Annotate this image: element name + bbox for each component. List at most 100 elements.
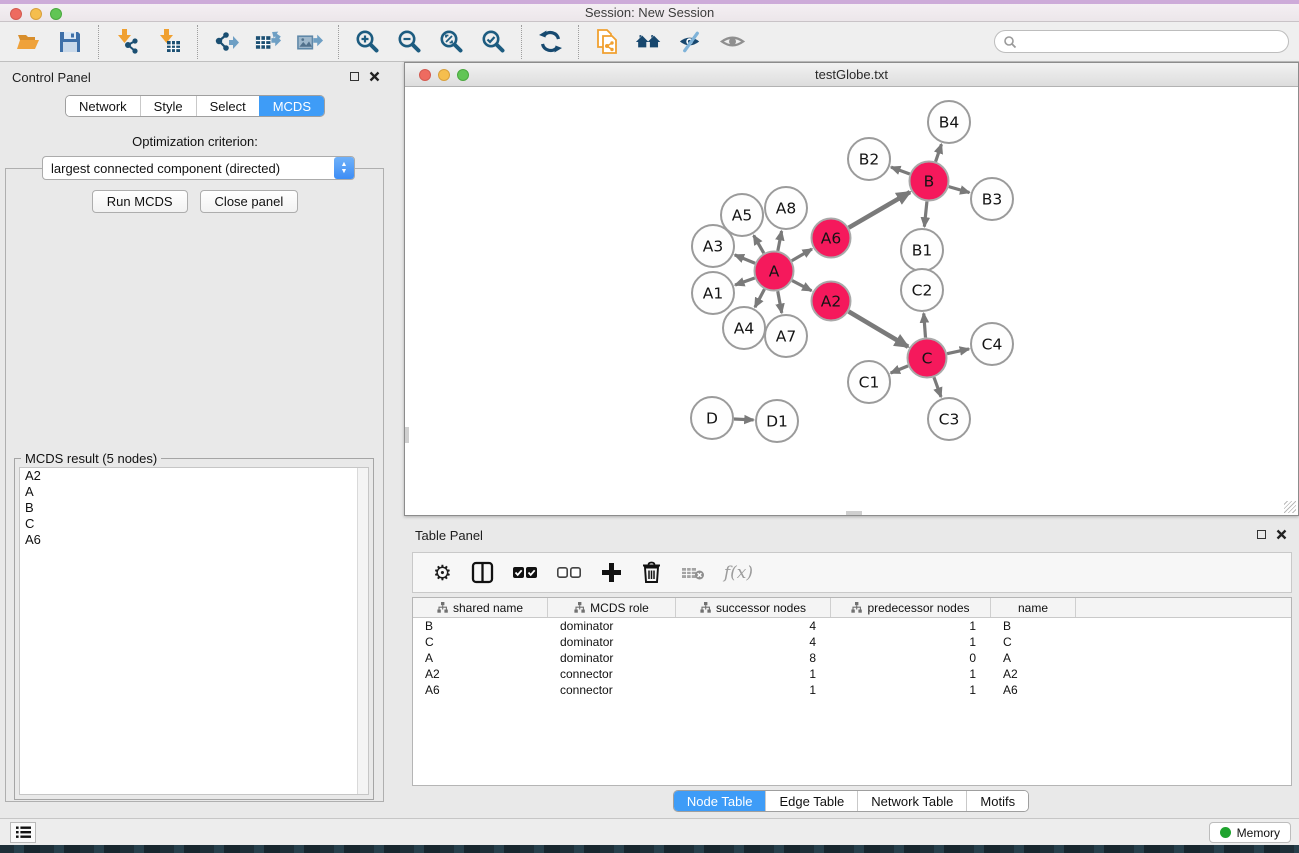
graph-edge-C-C1[interactable] [891,366,908,373]
mcds-list-scrollbar[interactable] [357,468,368,794]
column-header-shared-name[interactable]: shared name [413,598,548,617]
zoom-in-icon[interactable] [353,28,381,56]
export-table-icon[interactable] [254,28,282,56]
graph-node-A4[interactable]: A4 [723,307,765,349]
graph-edge-A-A2[interactable] [792,281,811,291]
zoom-out-icon[interactable] [395,28,423,56]
table-row-A6[interactable]: A6connector11A6 [413,682,1291,698]
tab-motifs[interactable]: Motifs [966,791,1028,811]
column-header-successor-nodes[interactable]: successor nodes [676,598,831,617]
cell[interactable]: A [991,651,1076,665]
tab-edge-table[interactable]: Edge Table [765,791,857,811]
mcds-result-item[interactable]: B [20,500,368,516]
column-visibility-icon[interactable] [471,560,494,586]
float-panel-icon[interactable] [350,72,359,81]
cell[interactable]: dominator [548,619,676,633]
delete-table-icon[interactable] [681,560,705,586]
graph-node-C4[interactable]: C4 [971,323,1013,365]
open-session-icon[interactable] [14,28,42,56]
graph-edge-A-A4[interactable] [755,289,765,307]
cell[interactable]: A [413,651,548,665]
network-window-titlebar[interactable]: testGlobe.txt [405,63,1298,87]
search-input[interactable] [1017,33,1288,51]
tab-network[interactable]: Network [66,96,140,116]
graph-node-D1[interactable]: D1 [756,400,798,442]
tab-select[interactable]: Select [196,96,259,116]
task-history-button[interactable] [10,822,36,843]
network-vertical-scroll-thumb[interactable] [405,427,409,443]
graph-node-D[interactable]: D [691,397,733,439]
cell[interactable]: 1 [831,683,991,697]
import-network-icon[interactable] [113,28,141,56]
tab-node-table[interactable]: Node Table [674,791,766,811]
close-table-panel-icon[interactable] [1276,529,1287,540]
export-image-icon[interactable] [296,28,324,56]
graph-edge-D-D1[interactable] [734,419,754,420]
refresh-icon[interactable] [536,28,564,56]
close-panel-button[interactable]: Close panel [200,190,299,213]
graph-node-A7[interactable]: A7 [765,315,807,357]
optimization-criterion-dropdown[interactable]: largest connected component (directed) ▲… [42,156,355,180]
zoom-fit-icon[interactable] [437,28,465,56]
hide-selected-eye-slash-icon[interactable] [677,28,705,56]
graph-node-A1[interactable]: A1 [692,272,734,314]
graph-edge-C-C2[interactable] [924,313,926,337]
tab-mcds[interactable]: MCDS [259,96,324,116]
graph-edge-A-A3[interactable] [735,255,755,263]
graph-node-B3[interactable]: B3 [971,178,1013,220]
cell[interactable]: C [413,635,548,649]
graph-edge-A6-B[interactable] [849,192,910,228]
table-options-gear-icon[interactable]: ⚙ [433,560,452,586]
graph-edge-A-A6[interactable] [792,249,812,261]
toolbar-search-field[interactable] [994,30,1289,53]
graph-edge-A-A8[interactable] [778,231,782,251]
tab-network-table[interactable]: Network Table [857,791,966,811]
cell[interactable]: A6 [413,683,548,697]
cell[interactable]: dominator [548,635,676,649]
run-mcds-button[interactable]: Run MCDS [92,190,188,213]
column-header-predecessor-nodes[interactable]: predecessor nodes [831,598,991,617]
graph-node-A5[interactable]: A5 [721,194,763,236]
zoom-selected-icon[interactable] [479,28,507,56]
cell[interactable]: 8 [676,651,831,665]
add-column-plus-icon[interactable] [601,560,622,586]
graph-edge-C-C3[interactable] [934,377,941,397]
tab-style[interactable]: Style [140,96,196,116]
import-table-icon[interactable] [155,28,183,56]
save-session-icon[interactable] [56,28,84,56]
float-table-panel-icon[interactable] [1257,530,1266,539]
new-network-from-selection-icon[interactable] [593,28,621,56]
graph-node-C2[interactable]: C2 [901,269,943,311]
cell[interactable]: A6 [991,683,1076,697]
graph-node-C[interactable]: C [908,339,947,378]
cell[interactable]: C [991,635,1076,649]
mcds-result-item[interactable]: A [20,484,368,500]
cell[interactable]: dominator [548,651,676,665]
graph-node-B1[interactable]: B1 [901,229,943,271]
graph-edge-A-A7[interactable] [778,291,782,313]
graph-edge-A2-C[interactable] [849,311,908,346]
cell[interactable]: 1 [676,683,831,697]
cell[interactable]: 4 [676,619,831,633]
cell[interactable]: 0 [831,651,991,665]
graph-node-C3[interactable]: C3 [928,398,970,440]
function-builder-icon[interactable]: f(x) [724,560,753,586]
home-icon[interactable] [635,28,663,56]
memory-button[interactable]: Memory [1209,822,1291,843]
mcds-result-list[interactable]: A2ABCA6 [19,467,369,795]
delete-column-trash-icon[interactable] [641,560,662,586]
column-header-name[interactable]: name [991,598,1076,617]
mcds-result-item[interactable]: C [20,516,368,532]
table-row-A[interactable]: Adominator80A [413,650,1291,666]
column-header-MCDS-role[interactable]: MCDS role [548,598,676,617]
export-network-icon[interactable] [212,28,240,56]
cell[interactable]: 1 [831,635,991,649]
network-horizontal-scroll-thumb[interactable] [846,511,862,515]
table-row-A2[interactable]: A2connector11A2 [413,666,1291,682]
graph-node-B4[interactable]: B4 [928,101,970,143]
cell[interactable]: 4 [676,635,831,649]
cell[interactable]: B [413,619,548,633]
close-panel-icon[interactable] [369,71,380,82]
network-canvas[interactable]: AA1A2A3A4A5A6A7A8BB1B2B3B4CC1C2C3C4DD1 [405,87,1298,515]
graph-edge-B-B1[interactable] [924,201,927,226]
